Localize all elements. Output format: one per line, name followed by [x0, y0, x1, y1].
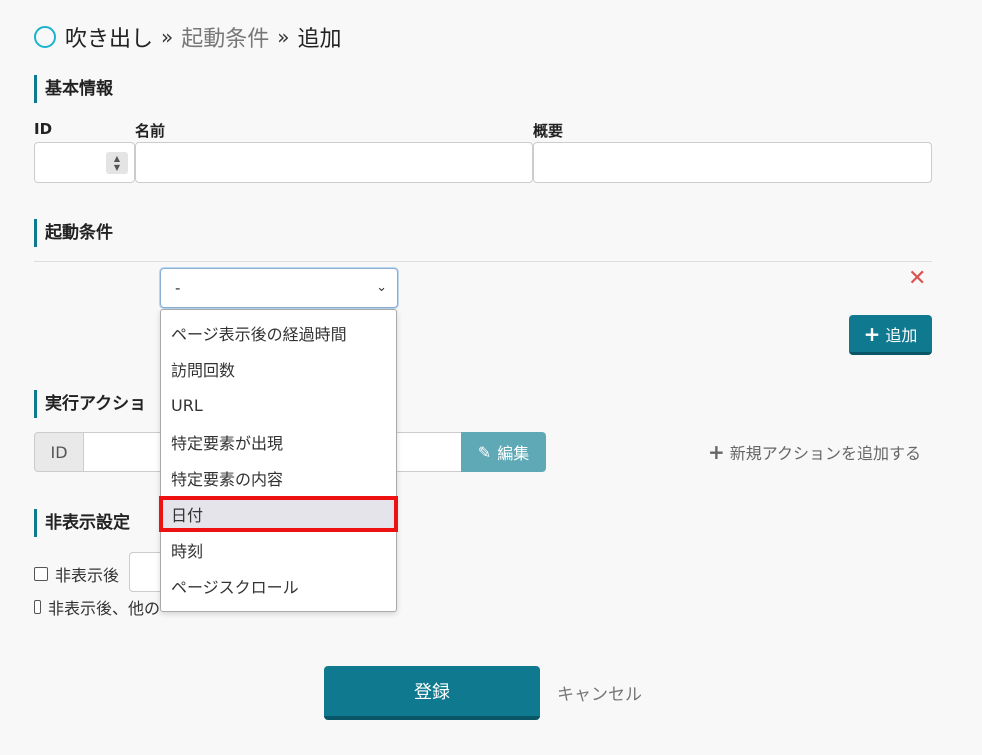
plus-icon: +: [708, 440, 725, 464]
dropdown-option-date[interactable]: 日付: [159, 495, 398, 533]
hide-after-label: 非表示後: [55, 566, 120, 585]
cancel-link[interactable]: キャンセル: [557, 680, 642, 705]
condition-type-dropdown: ページ表示後の経過時間 訪問回数 URL 特定要素が出現 特定要素の内容 日付 …: [159, 309, 398, 612]
divider: [34, 261, 932, 262]
pencil-icon: ✎: [477, 442, 492, 462]
plus-icon: +: [863, 321, 881, 346]
delete-condition-icon[interactable]: ✕: [908, 268, 926, 290]
hide-after-other-option[interactable]: 非表示後、他の: [34, 595, 160, 619]
number-spinner-icon[interactable]: ▲ ▼: [106, 152, 128, 174]
id-label: ID: [34, 120, 53, 138]
summary-input[interactable]: [533, 142, 932, 183]
add-condition-button[interactable]: + 追加: [849, 315, 932, 355]
edit-action-button[interactable]: ✎ 編集: [461, 432, 546, 472]
dropdown-option-page-scroll[interactable]: ページスクロール: [161, 568, 396, 604]
edit-action-label: 編集: [497, 444, 530, 463]
add-condition-label: 追加: [885, 325, 918, 345]
new-action-link[interactable]: + 新規アクションを追加する: [708, 440, 921, 464]
submit-button[interactable]: 登録: [324, 666, 540, 720]
hide-after-checkbox[interactable]: [34, 567, 48, 581]
hide-after-other-label: 非表示後、他の: [47, 599, 160, 618]
breadcrumb-separator: »: [161, 25, 174, 49]
summary-label: 概要: [533, 122, 564, 140]
hide-after-option[interactable]: 非表示後: [34, 562, 119, 586]
action-heading: 実行アクショ: [34, 390, 160, 418]
dropdown-option-visit-count[interactable]: 訪問回数: [161, 351, 396, 387]
name-input[interactable]: [135, 142, 533, 183]
hide-settings-heading: 非表示設定: [34, 509, 160, 537]
new-action-label: 新規アクションを追加する: [729, 444, 921, 463]
basic-info-heading: 基本情報: [34, 75, 334, 103]
action-id-addon: ID: [34, 432, 84, 472]
dropdown-option-element-content[interactable]: 特定要素の内容: [161, 460, 396, 496]
page-title: 追加: [297, 27, 342, 52]
breadcrumb: 吹き出し » 起動条件 » 追加: [34, 22, 342, 52]
breadcrumb-separator: »: [277, 25, 290, 49]
dropdown-option-elapsed-time[interactable]: ページ表示後の経過時間: [161, 315, 396, 351]
circle-icon: [34, 26, 56, 48]
dropdown-option-element-appears[interactable]: 特定要素が出現: [161, 424, 396, 460]
breadcrumb-parent-link[interactable]: 起動条件: [181, 21, 269, 53]
dropdown-option-url[interactable]: URL: [161, 387, 396, 423]
id-number-input[interactable]: ▲ ▼: [34, 142, 135, 183]
dropdown-option-time[interactable]: 時刻: [161, 532, 396, 568]
condition-select-value: -: [175, 279, 181, 297]
breadcrumb-root: 吹き出し: [65, 27, 154, 52]
hide-after-other-checkbox[interactable]: [34, 600, 41, 614]
condition-type-select[interactable]: - ⌄: [160, 268, 398, 308]
conditions-heading: 起動条件: [34, 219, 334, 247]
name-label: 名前: [135, 122, 166, 140]
chevron-down-icon: ⌄: [376, 280, 387, 295]
